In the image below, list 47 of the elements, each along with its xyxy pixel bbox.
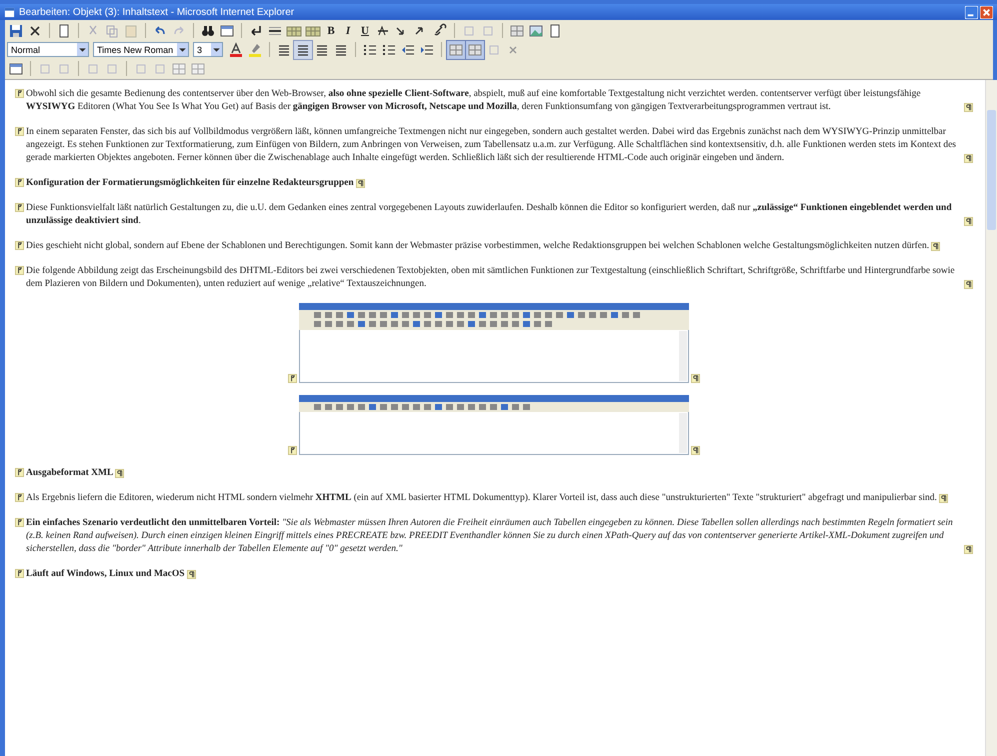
scrollbar[interactable] <box>985 80 997 756</box>
pilcrow-icon <box>964 154 973 163</box>
paragraph-text: Konfiguration der Formatierungsmöglichkeiten für einzelne Redakteursgruppen <box>26 177 354 190</box>
paragraph-text: Obwohl sich die gesamte Bedienung des contentserver über den Web-Browser, also ohne spezielle Client-Software, abspielt, muß auf eine komfortable Textgestaltung nicht verzichtet werden. contentserver verfügt über leistungsfähige WYSIWYG Editoren (What You See Is What You Get) auf Basis der gängigen Browser von Microsoft, Netscape und Mozilla, deren Funktionsumfang von gängigen Textverarbeitungsprogrammen vertraut ist. <box>26 88 922 114</box>
pilcrow-icon <box>356 179 365 188</box>
paragraph-text: In einem separaten Fenster, das sich bis auf Vollbildmodus vergrößern läßt, können umfangreiche Textmengen nicht nur eingegeben, sondern auch gestaltet werden. Dabei wird das Ergebnis zunächst nach dem WYSIWYG-Prinzip unmittelbar angezeigt. Es stehen Funktionen zur Textformatierung, zum Einfügen von Bildern, zum Anbringen von Verweisen, zum Tabellensatz u.a.m. zur Verfügung. Alle Schaltflächen sind kontextsensitiv, d.h. alle Funktionen werden stets im Kontext des gerade markierten Objektes angeboten. Ferner können über die Zwischenablage auch Inhalte eingefügt werden. Schließlich läßt sich der resultierende HTML-Code auch originär eingeben und ändern. <box>26 126 957 165</box>
paragraph-start-icon <box>15 518 24 527</box>
paragraph-start-icon <box>15 89 24 98</box>
window-title: Bearbeiten: Objekt (3): Inhaltstext - Microsoft Internet Explorer <box>19 6 296 18</box>
pilcrow-icon <box>964 217 973 226</box>
align-button[interactable] <box>294 40 312 58</box>
paragraph-start-icon <box>15 127 24 136</box>
pilcrow-icon <box>931 242 940 251</box>
pilcrow-icon <box>964 103 973 112</box>
paragraph-start-icon <box>15 569 24 578</box>
paragraph-start-icon <box>15 493 24 502</box>
pilcrow-icon <box>186 570 196 579</box>
paragraph-start-icon <box>288 446 297 455</box>
paragraph-start-icon <box>15 178 24 187</box>
pilcrow-icon <box>964 280 973 289</box>
size-dropdown[interactable]: 3 <box>193 42 223 57</box>
pilcrow-icon <box>691 446 700 455</box>
paragraph-start-icon <box>15 266 24 275</box>
paragraph-text: Die folgende Abbildung zeigt das Erscheinungsbild des DHTML-Editors bei zwei verschiedenen Textobjekten, oben mit sämtlichen Funktionen zur Textgestaltung (einschließlich Schriftart, Schriftgröße, Schriftfarbe und Hintergrundfarbe sowie dem Plazieren von Bildern und Dokumenten), unten reduziert auf wenige „relative“ Textauszeichnungen. <box>26 265 956 291</box>
paragraph-text: Läuft auf Windows, Linux und MacOS <box>26 568 185 581</box>
minimize-icon[interactable] <box>965 6 978 18</box>
font-dropdown[interactable]: Times New Roman <box>93 42 189 57</box>
paragraph-text: Ausgabeformat XML <box>26 467 114 480</box>
pilcrow-icon <box>964 545 973 554</box>
paragraph-text: Ein einfaches Szenario verdeutlicht den unmittelbaren Vorteil: "Sie als Webmaster müssen Ihren Autoren die Freiheit einräumen auch Tabellen eingegeben zu können. Diese Tabellen sollen allerdings nach bestimmten Regeln formatiert sein (z.B. keinen Rand aufweisen). Durch einen einzigen kleinen Eingriff mittels eines PRECREATE bzw. PREEDIT Eventhandler können Sie zu durch einen XPath-Query auf das von contentserver generierte Artikel-XML-Dokument zugreifen und sicherstellen, dass die "border" Attribute innerhalb der Tabellen Elemente auf "0" gesetzt werden." <box>26 517 954 556</box>
paragraph-start-icon <box>15 203 24 212</box>
paragraph-start-icon <box>15 241 24 250</box>
window-icon <box>4 6 15 18</box>
paragraph-start-icon <box>288 374 297 383</box>
pilcrow-icon <box>115 469 124 478</box>
style-dropdown[interactable]: Normal <box>7 42 89 57</box>
paragraph-text: Als Ergebnis liefern die Editoren, wiederum nicht HTML sondern vielmehr XHTML (ein auf XML basierter HTML Dokumenttyp). Klarer Vorteil ist, dass auch diese "unstrukturierten" Texte "strukturiert" abgefragt und manipulierbar sind. <box>26 492 937 505</box>
paragraph-start-icon <box>15 468 24 477</box>
format-button[interactable]: I <box>340 22 356 40</box>
grid-icon[interactable] <box>466 40 484 58</box>
pilcrow-icon <box>691 374 700 383</box>
paragraph-text: Dies geschieht nicht global, sondern auf Ebene der Schablonen und Berechtigungen. Somit kann der Webmaster präzise vorbestimmen, welche Redaktionsgruppen bei welchen Schablonen welche Gestaltungsmöglichkeiten nutzen dürfen. <box>26 240 930 253</box>
paragraph-text: Diese Funktionsvielfalt läßt natürlich Gestaltungen zu, die u.U. dem Gedanken eines zentral vorgegebenen Layouts zuwiderlaufen. Deshalb können die Editor so konfiguriert werden, daß nur „zulässige“ Funktionen eingeblendet werden und unzulässige deaktiviert sind. <box>26 202 953 228</box>
format-button[interactable]: B <box>323 22 339 40</box>
font-color-icon[interactable] <box>227 40 245 58</box>
pilcrow-icon <box>938 494 948 503</box>
format-button[interactable]: U <box>357 22 373 40</box>
